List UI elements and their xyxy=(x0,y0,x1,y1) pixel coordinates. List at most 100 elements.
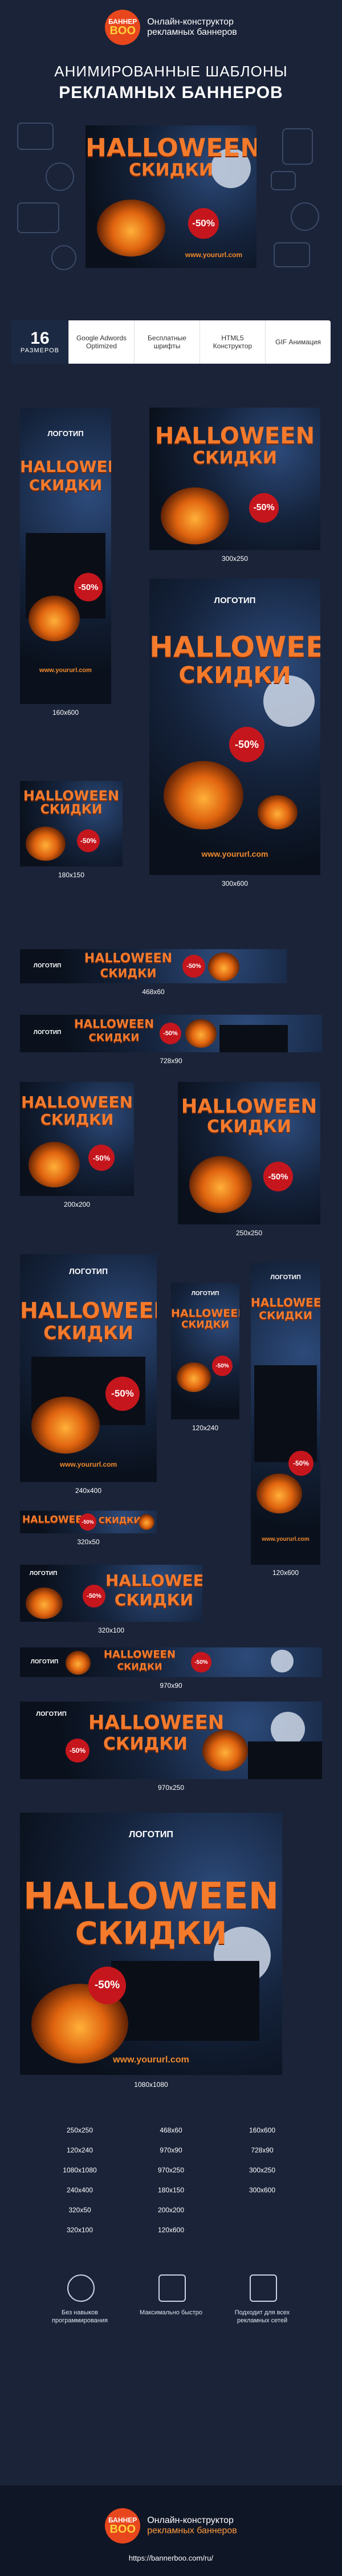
banner-240x400[interactable]: ЛОГОТИП HALLOWEEN СКИДКИ -50% www.yourur… xyxy=(20,1254,157,1482)
caption-468x60: 468x60 xyxy=(142,988,165,996)
banner-logo: ЛОГОТИП xyxy=(30,1659,59,1665)
caption-320x100: 320x100 xyxy=(97,1626,125,1634)
banner-title-2: СКИДКИ xyxy=(193,448,277,468)
sizes-count-number: 16 xyxy=(30,329,50,348)
size-item: 300x600 xyxy=(249,2186,276,2194)
code-icon xyxy=(250,2274,277,2302)
logo-word-2: BOO xyxy=(109,25,136,37)
caption-970x250: 970x250 xyxy=(157,1784,185,1792)
caption-300x600: 300x600 xyxy=(221,880,249,888)
discount-badge: -50% xyxy=(66,1739,89,1763)
banner-title-2: СКИДКИ xyxy=(88,1032,140,1044)
banner-180x150[interactable]: HALLOWEEN СКИДКИ -50% xyxy=(20,781,123,866)
banner-200x200[interactable]: HALLOWEEN СКИДКИ -50% xyxy=(20,1082,134,1196)
banner-970x90[interactable]: ЛОГОТИП HALLOWEEN СКИДКИ -50% xyxy=(20,1647,322,1677)
banner-468x60[interactable]: ЛОГОТИП HALLOWEEN СКИДКИ -50% xyxy=(20,949,287,983)
banner-title-1: HALLOWEEN xyxy=(251,1296,320,1309)
caption-970x90: 970x90 xyxy=(160,1682,182,1690)
tagline-line-2: рекламных баннеров xyxy=(147,2526,237,2536)
banner-120x240[interactable]: ЛОГОТИП HALLOWEEN СКИДКИ -50% xyxy=(171,1283,239,1419)
banner-320x50[interactable]: HALLOWEEN -50% СКИДКИ xyxy=(20,1511,157,1533)
banner-title-2: СКИДКИ xyxy=(103,1734,188,1754)
banner-title-2: СКИДКИ xyxy=(100,966,157,980)
size-item: 160x600 xyxy=(249,2126,276,2134)
feature-html5: HTML5 Конструктор xyxy=(199,320,265,364)
banner-logo: ЛОГОТИП xyxy=(68,1267,108,1276)
caption-320x50: 320x50 xyxy=(77,1538,100,1546)
banner-728x90[interactable]: ЛОГОТИП HALLOWEEN СКИДКИ -50% xyxy=(20,1015,322,1052)
moon xyxy=(271,1712,305,1746)
banner-title-1: HALLOWEEN xyxy=(105,1571,202,1590)
discount-badge: -50% xyxy=(229,727,264,762)
pumpkin xyxy=(256,1474,302,1513)
banner-title-2: СКИДКИ xyxy=(181,1319,229,1330)
castle xyxy=(248,1741,322,1779)
moon xyxy=(271,1650,294,1672)
banner-title-1: HALLOWEEN xyxy=(20,457,111,476)
banner-320x100[interactable]: ЛОГОТИП -50% HALLOWEEN СКИДКИ xyxy=(20,1565,202,1622)
discount-badge: -50% xyxy=(188,208,219,239)
pumpkin xyxy=(164,761,243,829)
size-item: 120x240 xyxy=(66,2146,93,2154)
footer-logo[interactable]: БАННЕР BOO Онлайн-конструктор рекламных … xyxy=(0,2508,342,2544)
hero-banner[interactable]: HALLOWEEN СКИДКИ -50% www.yoururl.com xyxy=(85,125,256,268)
page-title-line-2: РЕКЛАМНЫХ БАННЕРОВ xyxy=(59,83,283,102)
header-logo[interactable]: БАННЕР BOO Онлайн-конструктор рекламных … xyxy=(0,10,342,45)
banner-120x600[interactable]: ЛОГОТИП HALLOWEEN СКИДКИ -50% www.yourur… xyxy=(251,1263,320,1565)
discount-badge: -50% xyxy=(160,1023,181,1044)
discount-badge: -50% xyxy=(105,1377,140,1411)
banner-title-1: HALLOWEEN xyxy=(20,1298,157,1323)
banner-url: www.yoururl.com xyxy=(59,1460,117,1468)
speed-icon xyxy=(158,2274,186,2302)
banner-970x250[interactable]: ЛОГОТИП -50% HALLOWEEN СКИДКИ xyxy=(20,1702,322,1779)
banner-1080x1080[interactable]: ЛОГОТИП HALLOWEEN СКИДКИ -50% www.yourur… xyxy=(20,1813,282,2075)
caption-200x200: 200x200 xyxy=(63,1200,91,1208)
banner-160x600[interactable]: ЛОГОТИП HALLOWEEN СКИДКИ -50% www.yourur… xyxy=(20,408,111,704)
banner-title-1: HALLOWEEN xyxy=(171,1307,239,1320)
castle xyxy=(111,1961,259,2041)
pumpkin xyxy=(26,827,66,861)
footer-url-link[interactable]: https://bannerboo.com/ru/ xyxy=(0,2554,342,2562)
pumpkin xyxy=(28,1142,80,1187)
discount-badge: -50% xyxy=(74,573,103,601)
discount-badge: -50% xyxy=(249,493,279,523)
user-doodle-icon xyxy=(291,202,319,231)
size-item: 200x200 xyxy=(157,2206,185,2214)
banner-title-2: СКИДКИ xyxy=(207,1117,291,1137)
sizes-count: 16 РАЗМЕРОВ xyxy=(11,320,68,364)
caption-240x400: 240x400 xyxy=(75,1487,102,1495)
banner-title-2: СКИДКИ xyxy=(40,1112,114,1129)
banner-logo: ЛОГОТИП xyxy=(29,1570,58,1577)
discount-badge: -50% xyxy=(77,829,100,852)
size-item: 970x90 xyxy=(160,2146,182,2154)
caption-180x150: 180x150 xyxy=(58,871,85,879)
size-item: 120x600 xyxy=(157,2226,185,2234)
castle xyxy=(254,1365,317,1462)
banner-300x250[interactable]: HALLOWEEN СКИДКИ -50% xyxy=(149,408,320,550)
size-item: 180x150 xyxy=(157,2186,185,2194)
no-code-icon xyxy=(67,2274,95,2302)
monitor-doodle-icon xyxy=(17,123,54,150)
banner-logo: ЛОГОТИП xyxy=(191,1291,219,1297)
page-title-line-1: АНИМИРОВАННЫЕ ШАБЛОНЫ xyxy=(54,63,288,80)
banner-title-1: HALLOWEEN xyxy=(74,1017,154,1031)
pumpkin xyxy=(26,1588,63,1619)
size-item: 728x90 xyxy=(251,2146,274,2154)
banner-title-1: HALLOWEEN xyxy=(84,951,173,966)
banner-250x250[interactable]: HALLOWEEN СКИДКИ -50% xyxy=(178,1082,320,1224)
banner-logo: ЛОГОТИП xyxy=(129,1830,173,1840)
logo-word-2: BOO xyxy=(109,2523,136,2536)
banner-logo: ЛОГОТИП xyxy=(47,429,84,438)
pumpkin xyxy=(66,1651,91,1675)
discount-badge: -50% xyxy=(263,1162,293,1191)
banner-300x600[interactable]: ЛОГОТИП HALLOWEEN СКИДКИ -50% www.yourur… xyxy=(149,579,320,875)
feature-adwords: Google Adwords Optimized xyxy=(68,320,134,364)
banner-title-2: СКИДКИ xyxy=(99,1515,141,1525)
header-tagline: Онлайн-конструктор рекламных баннеров xyxy=(147,17,237,38)
pumpkin xyxy=(31,1397,100,1454)
feature-no-code: Без навыков программирования xyxy=(52,2309,108,2324)
discount-badge: -50% xyxy=(288,1451,314,1476)
caption-1080x1080: 1080x1080 xyxy=(134,2081,168,2089)
caption-120x240: 120x240 xyxy=(192,1424,219,1432)
discount-badge: -50% xyxy=(79,1513,96,1531)
